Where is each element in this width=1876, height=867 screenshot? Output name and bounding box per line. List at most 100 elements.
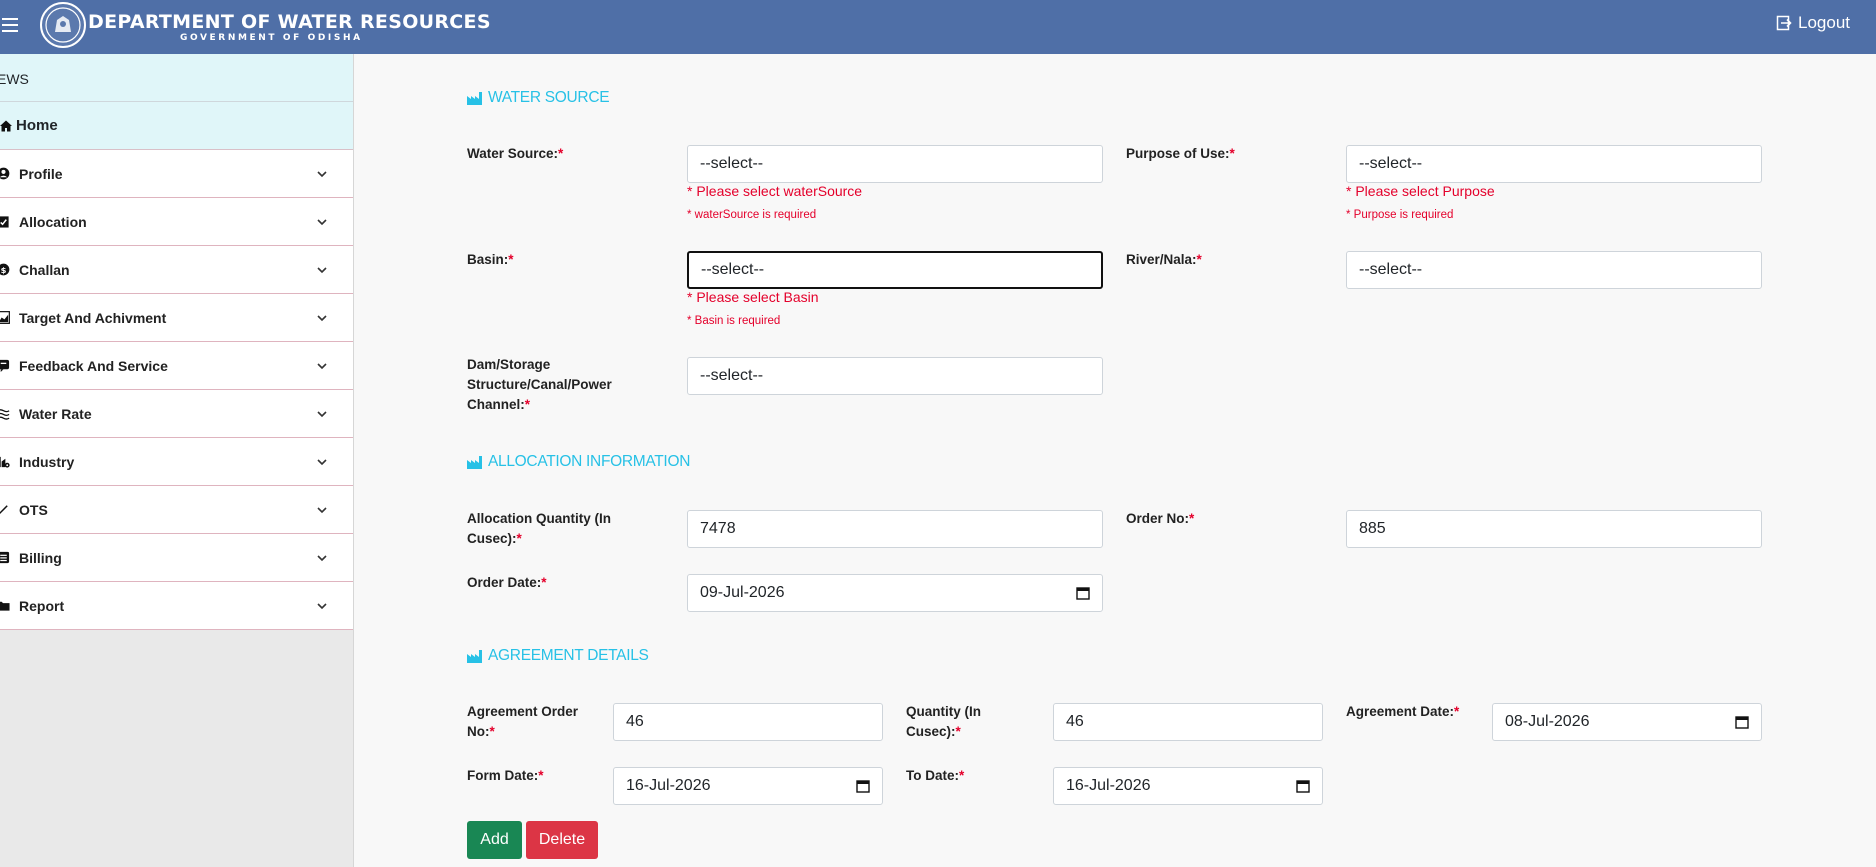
sidebar-item-profile[interactable]: Profile xyxy=(0,150,353,198)
basin-select[interactable]: --select-- xyxy=(687,251,1103,289)
chevron-down-icon[interactable] xyxy=(315,311,329,325)
agreement-section-title: AGREEMENT DETAILS xyxy=(467,647,649,665)
odisha-emblem-logo xyxy=(40,2,86,48)
agreement-order-no-label: Agreement Order No:* xyxy=(467,704,579,739)
sidebar-item-water-rate[interactable]: Water Rate xyxy=(0,390,353,438)
basin-label: Basin:* xyxy=(467,252,514,267)
calendar-icon[interactable] xyxy=(1735,715,1749,729)
agreement-qty-label: Quantity (In Cusec):* xyxy=(906,704,981,739)
sidebar-item-billing[interactable]: Billing xyxy=(0,534,353,582)
app-title: DEPARTMENT OF WATER RESOURCES xyxy=(88,11,491,33)
water-source-error: * Please select waterSource xyxy=(687,183,863,199)
allocation-qty-input[interactable]: 7478 xyxy=(687,510,1103,548)
sidebar-item-label: Challan xyxy=(19,261,70,278)
order-date-input[interactable]: 09-Jul-2026 xyxy=(687,574,1103,612)
chevron-down-icon[interactable] xyxy=(315,359,329,373)
calendar-icon[interactable] xyxy=(1076,586,1090,600)
river-label: River/Nala:* xyxy=(1126,252,1202,267)
water-source-section-title: WATER SOURCE xyxy=(467,89,610,107)
to-date-label: To Date:* xyxy=(906,768,965,783)
order-no-label: Order No:* xyxy=(1126,511,1195,526)
svg-text:$: $ xyxy=(1,265,7,275)
order-date-label: Order Date:* xyxy=(467,575,547,590)
basin-error: * Please select Basin xyxy=(687,289,819,305)
sidebar-item-label: Target And Achivment xyxy=(19,309,167,326)
sidebar-item-ots[interactable]: OTS xyxy=(0,486,353,534)
sidebar-item-industry[interactable]: Industry xyxy=(0,438,353,486)
sidebar-item-allocation[interactable]: Allocation xyxy=(0,198,353,246)
river-select[interactable]: --select-- xyxy=(1346,251,1762,289)
logout-label: Logout xyxy=(1798,13,1850,32)
sidebar-item-home[interactable]: Home xyxy=(0,102,353,150)
water-source-required: * waterSource is required xyxy=(687,209,817,221)
purpose-label: Purpose of Use:* xyxy=(1126,146,1235,161)
agreement-date-label: Agreement Date:* xyxy=(1346,704,1460,719)
agreement-order-no-input[interactable]: 46 xyxy=(613,703,883,741)
sidebar-item-label: Billing xyxy=(19,549,62,566)
industry-icon xyxy=(467,92,482,105)
allocation-section-title: ALLOCATION INFORMATION xyxy=(467,453,690,471)
allocation-qty-label: Allocation Quantity (In Cusec):* xyxy=(467,511,611,546)
form-date-label: Form Date:* xyxy=(467,768,544,783)
industry-icon xyxy=(0,454,13,470)
sidebar-item-target-and-achivment[interactable]: Target And Achivment xyxy=(0,294,353,342)
add-button[interactable]: Add xyxy=(467,821,522,859)
home-icon xyxy=(0,120,12,131)
agreement-date-input[interactable]: 08-Jul-2026 xyxy=(1492,703,1762,741)
dam-label: Dam/Storage Structure/Canal/Power Channe… xyxy=(467,357,612,412)
purpose-required: * Purpose is required xyxy=(1346,209,1454,221)
section-title-text: AGREEMENT DETAILS xyxy=(488,647,649,664)
comment-icon xyxy=(0,358,13,374)
agreement-qty-input[interactable]: 46 xyxy=(1053,703,1323,741)
sidebar-item-label: Profile xyxy=(19,165,63,182)
sidebar-item-label: Report xyxy=(19,597,65,614)
logout-icon xyxy=(1776,15,1792,31)
section-title-text: ALLOCATION INFORMATION xyxy=(488,453,691,470)
form-date-input[interactable]: 16-Jul-2026 xyxy=(613,767,883,805)
sidebar-item-label: Home xyxy=(16,117,58,134)
sidebar-item-label: OTS xyxy=(19,501,48,518)
clipboard-check-icon xyxy=(0,214,13,230)
chevron-down-icon[interactable] xyxy=(315,503,329,517)
hamburger-menu-icon[interactable] xyxy=(2,18,18,32)
chevron-down-icon[interactable] xyxy=(315,263,329,277)
purpose-select[interactable]: --select-- xyxy=(1346,145,1762,183)
chevron-down-icon[interactable] xyxy=(315,599,329,613)
section-title-text: WATER SOURCE xyxy=(488,89,610,106)
industry-icon xyxy=(467,456,482,469)
industry-icon xyxy=(467,650,482,663)
purpose-error: * Please select Purpose xyxy=(1346,183,1495,199)
order-no-input[interactable]: 885 xyxy=(1346,510,1762,548)
sidebar-item-label: Feedback And Service xyxy=(19,357,168,374)
delete-button[interactable]: Delete xyxy=(526,821,598,859)
app-subtitle: GOVERNMENT OF ODISHA xyxy=(180,33,363,43)
top-header: DEPARTMENT OF WATER RESOURCES GOVERNMENT… xyxy=(0,0,1876,54)
dam-select[interactable]: --select-- xyxy=(687,357,1103,395)
sidebar-item-feedback-and-service[interactable]: Feedback And Service xyxy=(0,342,353,390)
chevron-down-icon[interactable] xyxy=(315,215,329,229)
chart-area-icon xyxy=(0,310,13,326)
calendar-icon[interactable] xyxy=(1296,779,1310,793)
basin-required: * Basin is required xyxy=(687,315,781,327)
chevron-down-icon[interactable] xyxy=(315,455,329,469)
main-content: WATER SOURCE Water Source:* --select-- *… xyxy=(355,54,1876,867)
water-source-select[interactable]: --select-- xyxy=(687,145,1103,183)
water-source-label: Water Source:* xyxy=(467,146,564,161)
sidebar-item-report[interactable]: Report xyxy=(0,582,353,630)
list-icon xyxy=(0,550,13,566)
sidebar-item-challan[interactable]: $ Challan xyxy=(0,246,353,294)
sidebar: EWS Home Profile Allocation $ Challan Target… xyxy=(0,54,354,867)
sidebar-section-ews: EWS xyxy=(0,54,353,102)
chevron-down-icon[interactable] xyxy=(315,167,329,181)
user-circle-icon xyxy=(0,166,13,182)
sidebar-section-label: EWS xyxy=(0,71,29,87)
calendar-icon[interactable] xyxy=(856,779,870,793)
to-date-input[interactable]: 16-Jul-2026 xyxy=(1053,767,1323,805)
water-icon xyxy=(0,406,13,422)
logout-button[interactable]: Logout xyxy=(1776,13,1850,33)
chevron-down-icon[interactable] xyxy=(315,407,329,421)
sidebar-item-label: Industry xyxy=(19,453,75,470)
pencil-icon xyxy=(0,502,13,518)
folder-icon xyxy=(0,598,13,614)
chevron-down-icon[interactable] xyxy=(315,551,329,565)
